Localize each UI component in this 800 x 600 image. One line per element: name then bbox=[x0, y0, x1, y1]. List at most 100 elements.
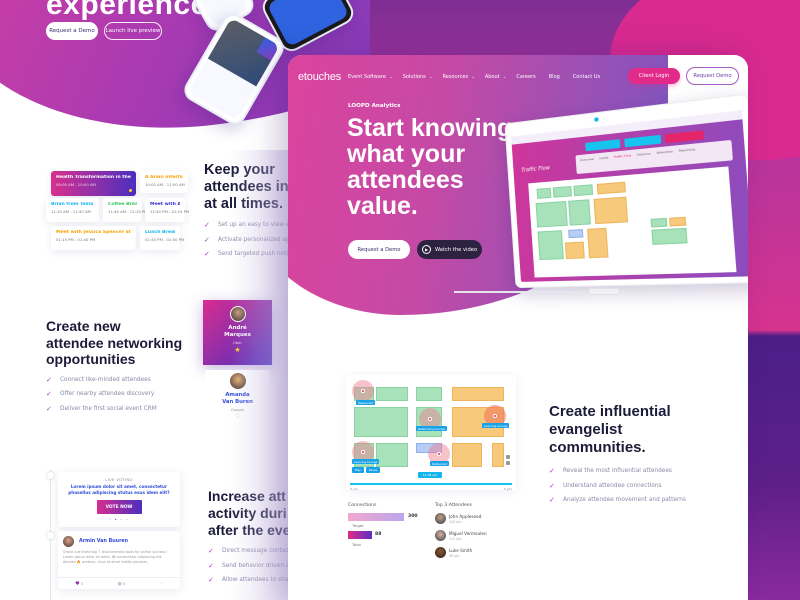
schedule-card[interactable]: Brian from Tesla 11:10 AM - 11:40 AM bbox=[46, 198, 99, 222]
app-page-title: Traffic Flow bbox=[521, 165, 551, 174]
vote-now-button[interactable]: VOTE NOW bbox=[96, 500, 142, 514]
chevron-down-icon: ⌄ bbox=[428, 74, 433, 80]
nav-item-about[interactable]: About ⌄ bbox=[485, 74, 507, 80]
comment-icon: ● bbox=[117, 580, 122, 587]
heart-icon: ♥ bbox=[75, 580, 80, 587]
location-pin-icon bbox=[493, 414, 497, 418]
location-pin-icon bbox=[361, 389, 365, 393]
nav-item-solutions[interactable]: Solutions ⌄ bbox=[403, 74, 433, 80]
play-icon: ▶ bbox=[422, 245, 431, 254]
carousel-dots[interactable]: • • • • bbox=[58, 517, 180, 522]
feature-networking: Create new attendee networking opportuni… bbox=[46, 318, 182, 419]
nav-item-event-software[interactable]: Event Software ⌄ bbox=[348, 74, 393, 80]
laptop-stand bbox=[588, 288, 620, 295]
panel-shadow bbox=[230, 150, 288, 600]
timeline-start-label: 9 am bbox=[350, 487, 358, 491]
voting-question: Lorem ipsum dolor sit amet, consectetur … bbox=[68, 484, 170, 495]
check-icon: ✓ bbox=[549, 481, 555, 490]
avatar bbox=[435, 547, 446, 558]
total-value: 88 bbox=[375, 532, 382, 537]
schedule-card[interactable]: Lunch Break 01:45 PM - 02:50 PM bbox=[140, 226, 184, 250]
etouches-logo[interactable]: etouches bbox=[298, 71, 341, 83]
check-icon: ✓ bbox=[204, 221, 210, 230]
top-nav: etouches Event Software ⌄ Solutions ⌄ Reso… bbox=[288, 55, 748, 97]
avatar bbox=[435, 530, 446, 541]
check-icon: ✓ bbox=[549, 496, 555, 504]
feature-evangelist: Create influential evangelist communitie… bbox=[549, 403, 719, 511]
connections-bar-target bbox=[348, 513, 404, 521]
schedule-card[interactable]: Coffee Break 11:40 AM - 12:15 PM bbox=[103, 198, 148, 222]
live-voting-card: LIVE VOTING Lorem ipsum dolor sit amet, … bbox=[58, 472, 180, 527]
nav-item-blog[interactable]: Blog bbox=[549, 74, 560, 80]
laptop-base bbox=[454, 291, 674, 293]
target-value: 300 bbox=[408, 514, 418, 519]
zone-label: Learning Lounge bbox=[352, 459, 380, 464]
attendee-name[interactable]: Luke Smith bbox=[449, 548, 472, 553]
feature-bullets: ✓ Reveal the most influential attendees ✓… bbox=[549, 467, 686, 504]
check-icon: ✓ bbox=[208, 547, 214, 555]
laptop-screen: Overview Leads Traffic Flow Sessions Att… bbox=[511, 110, 748, 282]
share-icon[interactable]: ↗ bbox=[160, 581, 163, 586]
timeline-end-label: 5 pm bbox=[504, 487, 512, 491]
schedule-card[interactable]: A brain interface for 10:00 AM - 11:00 A… bbox=[140, 171, 188, 193]
connections-bar-total bbox=[348, 531, 372, 539]
location-pin-icon bbox=[361, 450, 365, 454]
check-icon: ✓ bbox=[46, 390, 52, 399]
check-icon: ✓ bbox=[204, 250, 210, 259]
laptop-mockup: Overview Leads Traffic Flow Sessions Att… bbox=[504, 93, 748, 289]
check-icon: ✓ bbox=[204, 235, 210, 244]
chevron-down-icon: ⌄ bbox=[502, 74, 507, 80]
feature-bullets: ✓ Connect like-minded attendees ✓ Offer ne… bbox=[46, 375, 157, 413]
avatar bbox=[435, 513, 446, 524]
nav-item-careers[interactable]: Careers bbox=[516, 74, 535, 80]
avatar bbox=[63, 536, 74, 547]
schedule-card[interactable]: Meet with Jessica Spencer at floor 2 01:… bbox=[51, 226, 136, 250]
like-button[interactable]: ♥ 4 bbox=[75, 581, 83, 587]
zone-label: Restaurant bbox=[356, 400, 376, 405]
schedule-card[interactable]: Health Transformation in the co... 09:00… bbox=[51, 171, 136, 196]
pause-button[interactable]: Pause bbox=[366, 467, 381, 473]
nav-item-contact-us[interactable]: Contact Us bbox=[573, 74, 600, 80]
front-page-panel: etouches Event Software ⌄ Solutions ⌄ Reso… bbox=[288, 55, 748, 600]
comment-button[interactable]: ● 6 bbox=[117, 581, 125, 587]
top-attendees-title: Top 3 Attendees bbox=[435, 503, 472, 508]
nav-item-resources[interactable]: Resources ⌄ bbox=[443, 74, 475, 80]
back-request-demo-button[interactable]: Request a Demo bbox=[46, 22, 98, 40]
heatmap-card: Restaurant Networking Lounge Learning Lo… bbox=[346, 375, 516, 491]
zoom-out-button[interactable] bbox=[506, 461, 510, 465]
social-post-card: Armin Van Buuren Check out these top 7 #… bbox=[58, 531, 180, 589]
schedule-card[interactable]: Meet with Andy 12:40 PM - 01:15 PM bbox=[145, 198, 189, 222]
play-button[interactable]: Play bbox=[352, 467, 364, 473]
current-time-pill[interactable]: 11:35 am bbox=[418, 472, 442, 478]
location-pin-icon bbox=[437, 452, 441, 456]
timeline-node bbox=[47, 472, 54, 479]
hero-request-demo-button[interactable]: Request a Demo bbox=[348, 240, 410, 259]
attendee-name[interactable]: Miguel Vermeulen bbox=[449, 531, 487, 536]
feature-heading: Create influential evangelist communitie… bbox=[549, 403, 671, 456]
watch-video-button[interactable]: ▶ Watch the video bbox=[417, 240, 482, 259]
nav-menu: Event Software ⌄ Solutions ⌄ Resources ⌄ Ab… bbox=[348, 74, 610, 80]
attendee-points: 98 pts bbox=[449, 554, 460, 558]
post-text: Check out these top 7 #socialmedia tools… bbox=[63, 550, 167, 564]
check-icon: ✓ bbox=[46, 404, 52, 413]
zone-label: Restaurant bbox=[430, 461, 450, 466]
hero-eyebrow: LOOPD Analytics bbox=[348, 103, 401, 109]
attendee-points: 112 pts bbox=[449, 537, 462, 541]
attendee-name[interactable]: John Appleseed bbox=[449, 514, 481, 519]
location-pin-icon bbox=[428, 417, 432, 421]
connections-title: Connections bbox=[348, 503, 377, 508]
zoom-in-button[interactable] bbox=[506, 455, 510, 459]
total-label: Total bbox=[352, 542, 361, 547]
floorplan-canvas bbox=[528, 166, 737, 278]
request-demo-button[interactable]: Request Demo bbox=[686, 67, 739, 85]
zone-label: Networking Lounge bbox=[416, 426, 448, 431]
client-login-button[interactable]: Client Login bbox=[628, 68, 680, 84]
time-slider[interactable] bbox=[350, 483, 512, 485]
zone-label: Learning Lounge bbox=[482, 423, 510, 428]
launch-preview-button[interactable]: Launch live preview bbox=[104, 22, 162, 40]
target-label: Target bbox=[352, 523, 364, 528]
chevron-down-icon: ⌄ bbox=[471, 74, 475, 80]
feature-heading: Create new attendee networking opportuni… bbox=[46, 318, 183, 368]
check-icon: ✓ bbox=[46, 375, 52, 384]
post-author[interactable]: Armin Van Buuren bbox=[79, 539, 128, 544]
